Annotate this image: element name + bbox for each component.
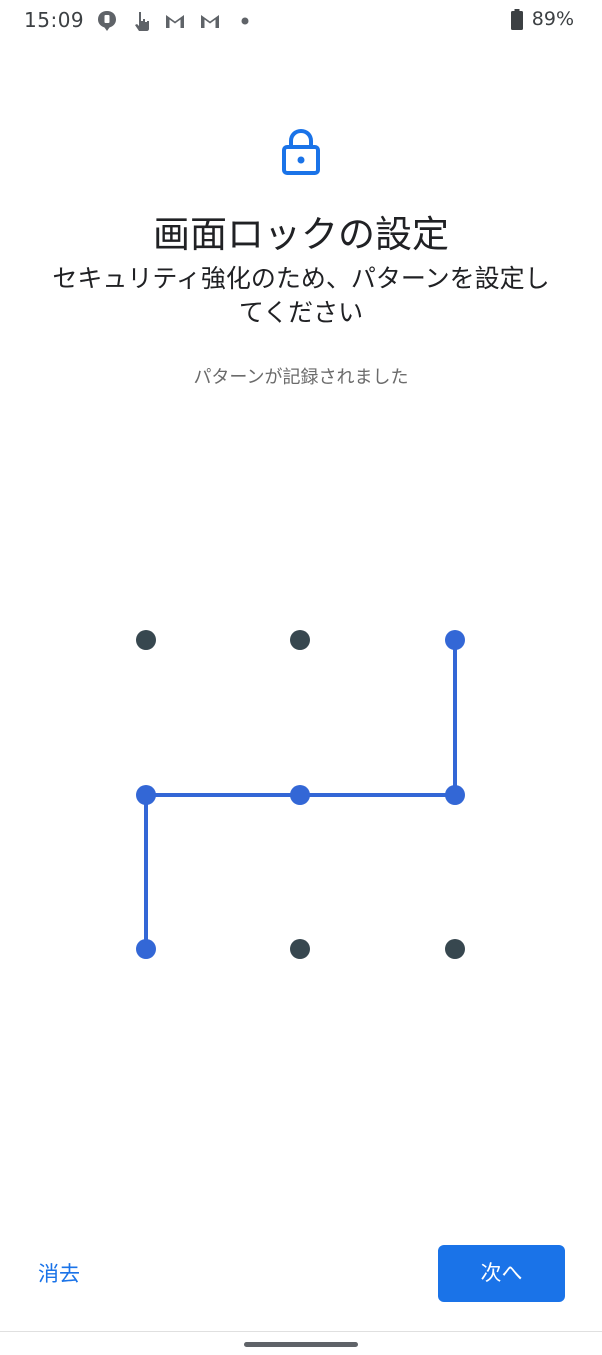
pattern-dot-1[interactable] <box>136 630 156 650</box>
home-gesture-bar[interactable] <box>244 1342 358 1347</box>
page-title: 画面ロックの設定 <box>153 213 449 256</box>
pattern-dot-4[interactable] <box>136 785 156 805</box>
dot-icon <box>241 17 249 25</box>
battery-icon <box>511 9 523 30</box>
pattern-dot-9[interactable] <box>445 939 465 959</box>
gmail-icon <box>166 15 184 28</box>
pattern-dot-3[interactable] <box>445 630 465 650</box>
lock-icon <box>282 128 320 175</box>
pattern-dot-5[interactable] <box>290 785 310 805</box>
page-subtitle: セキュリティ強化のため、パターンを設定してください <box>52 264 550 327</box>
pattern-status-message: パターンが記録されました <box>193 367 409 388</box>
notification-dot-icon <box>98 11 116 31</box>
pattern-dot-2[interactable] <box>290 630 310 650</box>
status-bar: 15:09 89% <box>0 0 602 42</box>
pattern-dot-7[interactable] <box>136 939 156 959</box>
nav-divider <box>0 1331 602 1332</box>
touch-icon <box>135 12 149 31</box>
status-time: 15:09 <box>24 8 85 32</box>
pattern-dot-6[interactable] <box>445 785 465 805</box>
pattern-dot-8[interactable] <box>290 939 310 959</box>
battery-percentage: 89% <box>531 8 574 30</box>
gmail-icon <box>201 15 219 28</box>
clear-button[interactable]: 消去 <box>24 1252 94 1296</box>
next-button[interactable]: 次へ <box>438 1245 565 1302</box>
